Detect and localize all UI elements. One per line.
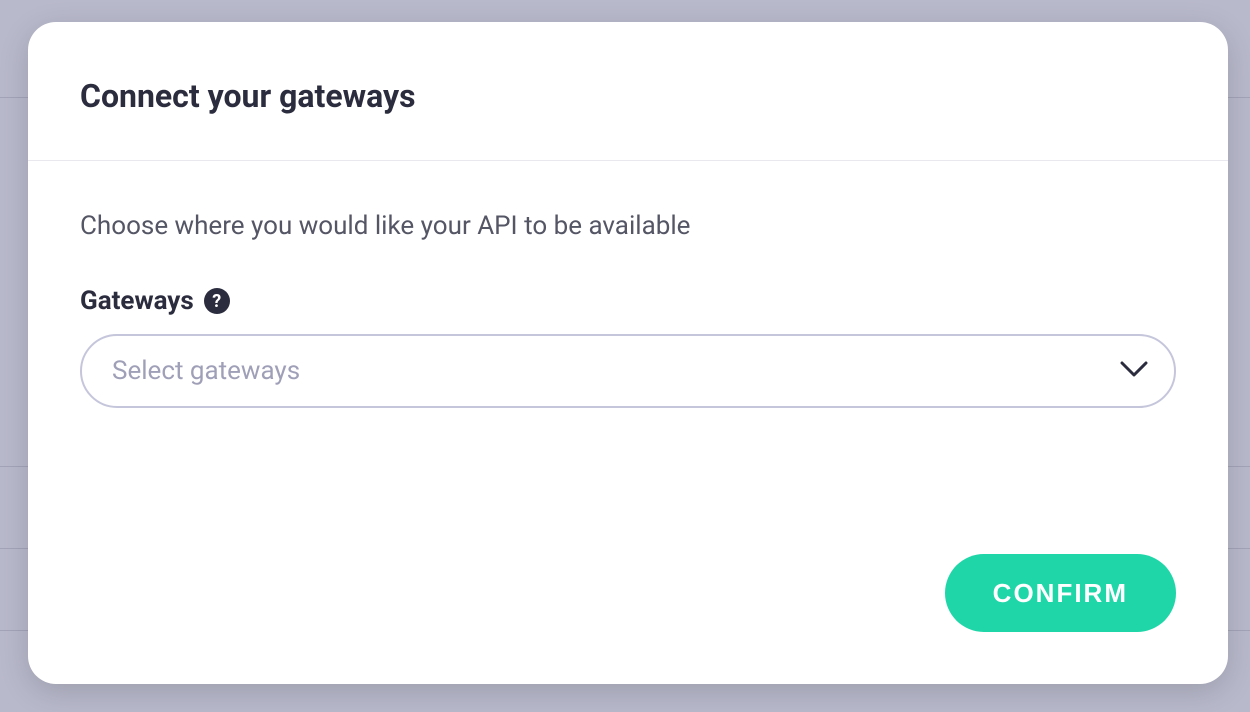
gateways-select-wrapper: Select gateways [80, 334, 1176, 408]
modal-header: Connect your gateways [28, 22, 1228, 161]
connect-gateways-modal: Connect your gateways Choose where you w… [28, 22, 1228, 684]
modal-body: Choose where you would like your API to … [28, 161, 1228, 554]
field-label-row: Gateways ? [80, 286, 1176, 316]
help-icon[interactable]: ? [204, 288, 230, 314]
modal-description: Choose where you would like your API to … [80, 211, 1176, 241]
modal-title: Connect your gateways [80, 77, 1176, 115]
modal-footer: CONFIRM [28, 554, 1228, 684]
confirm-button[interactable]: CONFIRM [945, 554, 1176, 632]
gateways-select[interactable]: Select gateways [80, 334, 1176, 408]
gateways-field-label: Gateways [80, 286, 194, 316]
